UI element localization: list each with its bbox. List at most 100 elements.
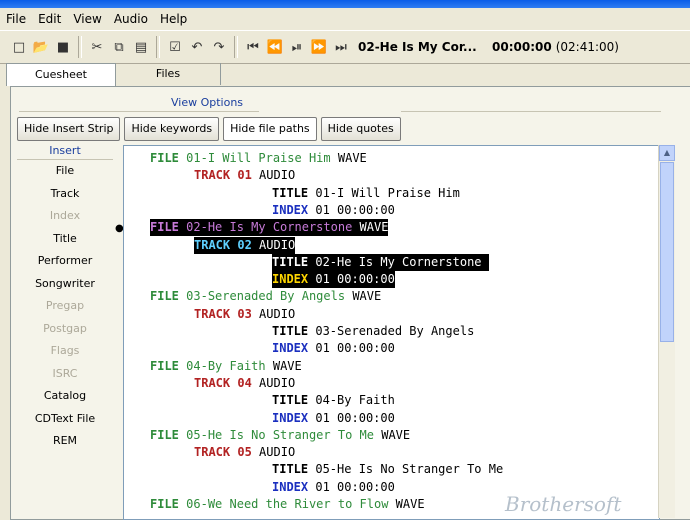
insert-rem-button[interactable]: REM [17, 430, 113, 453]
cuesheet-editor[interactable]: FILE 01-I Will Praise Him WAVE TRACK 01 A… [123, 145, 660, 520]
cue-value: 03-Serenaded By Angels [315, 324, 475, 338]
cue-keyword: FILE [150, 289, 179, 304]
cue-line-file[interactable]: FILE 01-I Will Praise Him WAVE [150, 150, 367, 167]
title-bar [0, 0, 690, 8]
cue-keyword: INDEX [272, 341, 309, 356]
scroll-thumb[interactable] [660, 162, 674, 342]
cue-line-title[interactable]: TITLE 04-By Faith [272, 392, 402, 409]
rewind-icon[interactable]: ⏪ [264, 36, 286, 58]
cue-line-file[interactable]: FILE 03-Serenaded By Angels WAVE [150, 288, 381, 305]
menu-audio[interactable]: Audio [108, 12, 154, 26]
save-icon[interactable]: ■ [52, 36, 74, 58]
cue-keyword: TITLE [272, 393, 309, 408]
cue-suffix: WAVE [381, 427, 411, 442]
insert-performer-button[interactable]: Performer [17, 250, 113, 273]
cue-line-title[interactable]: TITLE 02-He Is My Cornerstone [272, 253, 489, 271]
toolbar-separator [234, 36, 238, 58]
skip-first-icon[interactable]: ⏮ [242, 36, 264, 58]
cue-value: 05-He Is No Stranger To Me [315, 462, 504, 477]
cue-keyword: INDEX [272, 202, 309, 217]
open-folder-icon[interactable]: 📂 [30, 36, 52, 58]
skip-last-icon[interactable]: ⏭ [330, 36, 352, 58]
cue-keyword: INDEX [272, 272, 309, 287]
cue-keyword: FILE [150, 358, 179, 373]
cue-line-track[interactable]: TRACK 05 AUDIO [194, 444, 295, 461]
menu-view[interactable]: View [67, 12, 107, 26]
insert-index-button[interactable]: Index [17, 205, 113, 228]
cue-line-title[interactable]: TITLE 05-He Is No Stranger To Me [272, 461, 510, 478]
hide-file-paths-button[interactable]: Hide file paths [223, 117, 317, 141]
cue-keyword: TRACK [194, 168, 231, 183]
cue-suffix: 00:00:00 [337, 410, 395, 425]
cue-line-index[interactable]: INDEX 01 00:00:00 [272, 271, 395, 289]
tab-files[interactable]: Files [116, 63, 221, 85]
cue-suffix: AUDIO [259, 306, 296, 321]
menu-file[interactable]: File [0, 12, 32, 26]
hide-quotes-button[interactable]: Hide quotes [320, 117, 401, 141]
cue-line-file[interactable]: FILE 02-He Is My Cornerstone WAVE [150, 219, 389, 237]
cue-suffix: WAVE [352, 289, 382, 304]
toolbar-separator [78, 36, 82, 58]
new-file-icon[interactable]: □ [8, 36, 30, 58]
vertical-scrollbar[interactable]: ▲ [658, 145, 675, 518]
insert-file-button[interactable]: File [17, 160, 113, 183]
insert-cdtext-file-button[interactable]: CDText File [17, 408, 113, 431]
insert-pregap-button[interactable]: Pregap [17, 295, 113, 318]
menu-help[interactable]: Help [154, 12, 193, 26]
redo-icon[interactable]: ↷ [208, 36, 230, 58]
scroll-up-icon[interactable]: ▲ [659, 145, 675, 161]
cue-line-file[interactable]: FILE 06-We Need the River to Flow WAVE [150, 496, 425, 513]
insert-track-button[interactable]: Track [17, 183, 113, 206]
cue-value: 01 [315, 272, 330, 287]
cue-line-track[interactable]: TRACK 03 AUDIO [194, 306, 295, 323]
cue-keyword: TRACK [194, 306, 231, 321]
fast-forward-icon[interactable]: ⏩ [308, 36, 330, 58]
insert-flags-button[interactable]: Flags [17, 340, 113, 363]
cue-line-track[interactable]: TRACK 01 AUDIO [194, 167, 295, 184]
cue-line-index[interactable]: INDEX 01 00:00:00 [272, 202, 395, 219]
watermark: Brothersoft [505, 492, 622, 516]
cue-value: 01 [315, 202, 330, 217]
cue-value: 04-By Faith [186, 358, 266, 373]
paste-icon[interactable]: ▤ [130, 36, 152, 58]
current-track-title: 02-He Is My Cor... [358, 40, 477, 54]
cue-line-file[interactable]: FILE 05-He Is No Stranger To Me WAVE [150, 427, 410, 444]
view-options-group: Hide Insert Strip Hide keywords Hide fil… [17, 117, 405, 141]
insert-title-button[interactable]: Title [17, 228, 113, 251]
insert-strip: Insert File Track Index Title Performer Songw… [17, 141, 113, 513]
cue-line-index[interactable]: INDEX 01 00:00:00 [272, 340, 395, 357]
cue-line-index[interactable]: INDEX 01 00:00:00 [272, 479, 395, 496]
cue-line-track[interactable]: TRACK 02 AUDIO [194, 236, 296, 254]
cue-line-title[interactable]: TITLE 03-Serenaded By Angels [272, 323, 482, 340]
cue-suffix: WAVE [272, 358, 302, 373]
insert-isrc-button[interactable]: ISRC [17, 363, 113, 386]
undo-icon[interactable]: ↶ [186, 36, 208, 58]
properties-icon[interactable]: ☑ [164, 36, 186, 58]
play-pause-icon[interactable]: ⏯ [286, 36, 308, 58]
cue-line-index[interactable]: INDEX 01 00:00:00 [272, 410, 395, 427]
insert-songwriter-button[interactable]: Songwriter [17, 273, 113, 296]
insert-catalog-button[interactable]: Catalog [17, 385, 113, 408]
insert-postgap-button[interactable]: Postgap [17, 318, 113, 341]
cue-keyword: FILE [150, 497, 179, 511]
cue-line-track[interactable]: TRACK 04 AUDIO [194, 375, 295, 392]
cue-keyword: FILE [150, 151, 179, 165]
cue-value: 01 [315, 341, 330, 356]
menu-edit[interactable]: Edit [32, 12, 67, 26]
total-duration: (02:41:00) [555, 40, 619, 54]
copy-icon[interactable]: ⧉ [108, 36, 130, 58]
cue-value: 04 [237, 375, 252, 390]
menu-bar: File Edit View Audio Help [0, 8, 690, 30]
hide-insert-strip-button[interactable]: Hide Insert Strip [17, 117, 121, 141]
hide-keywords-button[interactable]: Hide keywords [124, 117, 220, 141]
cue-keyword: FILE [150, 427, 179, 442]
cue-suffix: 00:00:00 [337, 479, 395, 494]
cue-value: 02-He Is My Cornerstone [315, 254, 482, 269]
cut-icon[interactable]: ✂ [86, 36, 108, 58]
tab-cuesheet[interactable]: Cuesheet [6, 63, 116, 86]
cuesheet-panel: View Options Hide Insert Strip Hide keyw… [10, 86, 690, 520]
cue-keyword: INDEX [272, 410, 309, 425]
cue-suffix: AUDIO [259, 168, 296, 183]
cue-line-title[interactable]: TITLE 01-I Will Praise Him [272, 185, 467, 202]
cue-line-file[interactable]: FILE 04-By Faith WAVE [150, 358, 302, 375]
